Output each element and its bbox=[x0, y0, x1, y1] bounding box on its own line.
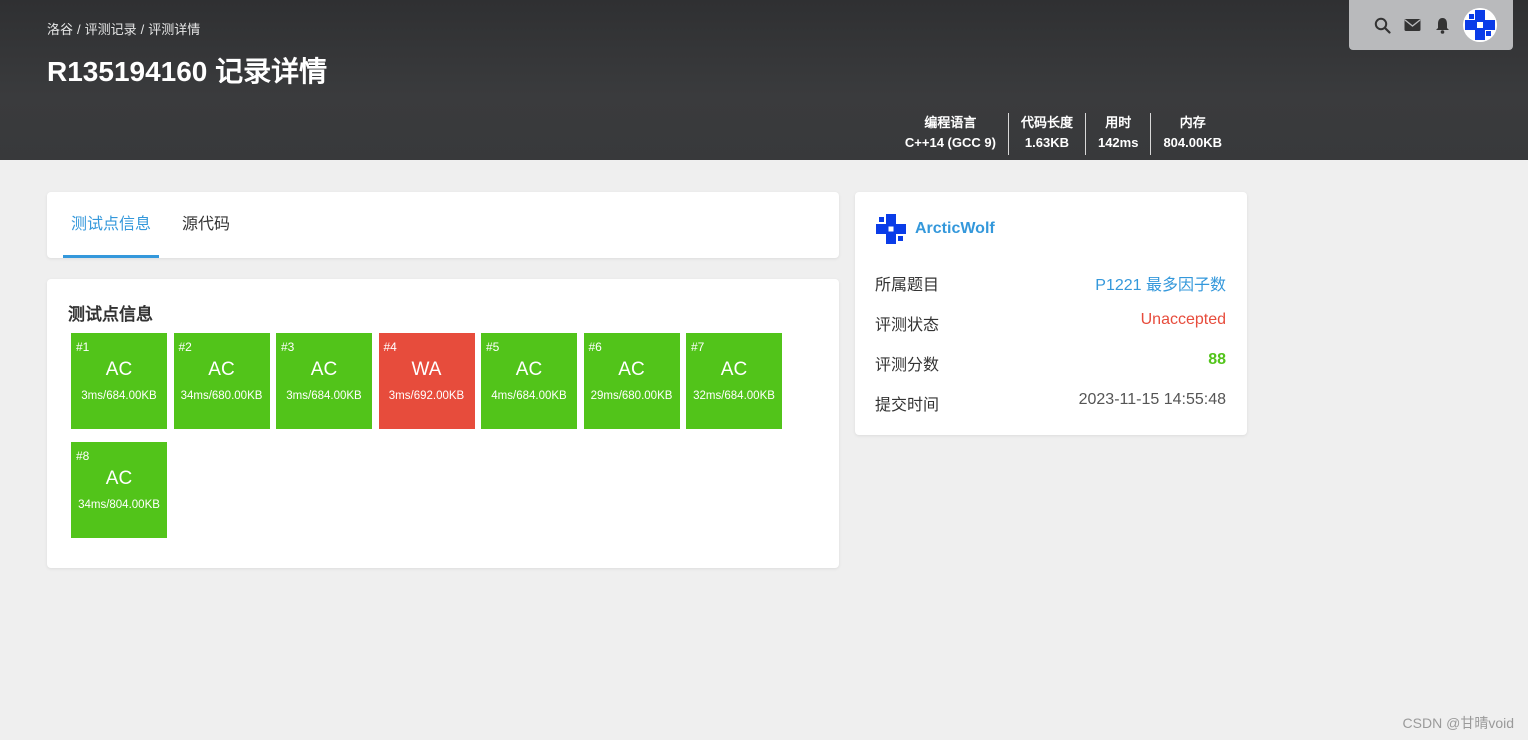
testcase-tile[interactable]: #8 AC 34ms/804.00KB bbox=[71, 442, 167, 538]
testcase-detail: 3ms/684.00KB bbox=[81, 390, 157, 402]
breadcrumb-home[interactable]: 洛谷 bbox=[47, 22, 73, 37]
tab-testcases[interactable]: 测试点信息 bbox=[63, 192, 160, 258]
testcase-detail: 34ms/804.00KB bbox=[78, 499, 160, 511]
mail-icon[interactable] bbox=[1403, 16, 1421, 34]
testcase-number: #6 bbox=[588, 340, 602, 354]
testcase-status: AC bbox=[208, 359, 235, 380]
stat-time: 用时 142ms bbox=[1084, 113, 1150, 155]
info-row-problem: 所属题目 P1221 最多因子数 bbox=[875, 271, 1226, 295]
testcase-status: AC bbox=[515, 359, 543, 380]
testcase-status: AC bbox=[105, 359, 133, 380]
testcase-number: #3 bbox=[281, 340, 295, 354]
testcase-tile[interactable]: #6 AC 29ms/680.00KB bbox=[583, 333, 680, 429]
status-value: Unaccepted bbox=[1140, 311, 1226, 328]
score-value: 88 bbox=[1208, 351, 1226, 368]
info-row-score: 评测分数 88 bbox=[875, 351, 1226, 374]
watermark: CSDN @甘晴void bbox=[1402, 715, 1514, 731]
page-header: 洛谷 / 评测记录 / 评测详情 R135194160 记录详情 编程语言 C++14 … bbox=[0, 0, 1528, 160]
testcase-tile[interactable]: #2 AC 34ms/680.00KB bbox=[173, 333, 270, 429]
testcases-card: 测试点信息 #1 AC 3ms/684.00KB #2 AC 34ms/680.00KB #… bbox=[47, 279, 839, 568]
username-link[interactable]: ArcticWolf bbox=[915, 220, 995, 238]
submit-time-value: 2023-11-15 14:55:48 bbox=[1078, 391, 1226, 408]
page-title: R135194160 记录详情 bbox=[47, 56, 328, 87]
testcase-detail: 3ms/684.00KB bbox=[286, 390, 362, 402]
testcase-status: AC bbox=[310, 359, 338, 380]
testcase-status: AC bbox=[105, 468, 133, 489]
testcase-number: #5 bbox=[486, 340, 500, 354]
testcase-tile[interactable]: #5 AC 4ms/684.00KB bbox=[481, 333, 577, 429]
record-info-card: ArcticWolf 所属题目 P1221 最多因子数 评测状态 Unaccep… bbox=[855, 192, 1247, 435]
user-nav bbox=[1349, 0, 1513, 50]
testcase-tile[interactable]: #3 AC 3ms/684.00KB bbox=[276, 333, 372, 429]
testcase-status: WA bbox=[411, 359, 442, 380]
testcases-grid: #1 AC 3ms/684.00KB #2 AC 34ms/680.00KB #3 AC 3ms… bbox=[71, 333, 831, 538]
testcase-detail: 3ms/692.00KB bbox=[388, 390, 465, 402]
testcase-detail: 29ms/680.00KB bbox=[590, 390, 673, 402]
tab-source-code[interactable]: 源代码 bbox=[174, 192, 238, 258]
breadcrumb: 洛谷 / 评测记录 / 评测详情 bbox=[47, 22, 201, 37]
info-row-status: 评测状态 Unaccepted bbox=[875, 311, 1226, 334]
user-avatar-icon[interactable] bbox=[875, 213, 907, 245]
breadcrumb-records[interactable]: 评测记录 bbox=[85, 22, 137, 37]
info-row-submit-time: 提交时间 2023-11-15 14:55:48 bbox=[875, 391, 1226, 414]
testcase-tile[interactable]: #1 AC 3ms/684.00KB bbox=[71, 333, 167, 429]
testcases-title: 测试点信息 bbox=[68, 305, 153, 324]
user-avatar-icon[interactable] bbox=[1463, 8, 1497, 42]
tabs-card: 测试点信息 源代码 bbox=[47, 192, 839, 258]
testcase-tile[interactable]: #7 AC 32ms/684.00KB bbox=[686, 333, 782, 429]
testcase-status: AC bbox=[618, 359, 645, 380]
testcase-number: #7 bbox=[691, 340, 705, 354]
testcase-number: #2 bbox=[178, 340, 192, 354]
testcase-number: #1 bbox=[76, 340, 90, 354]
breadcrumb-current: 评测详情 bbox=[148, 22, 201, 37]
stat-language: 编程语言 C++14 (GCC 9) bbox=[904, 115, 996, 150]
user-row: ArcticWolf bbox=[875, 213, 995, 245]
testcase-number: #8 bbox=[76, 449, 90, 463]
testcase-status: AC bbox=[720, 359, 748, 380]
testcase-detail: 4ms/684.00KB bbox=[491, 390, 567, 402]
problem-link[interactable]: P1221 最多因子数 bbox=[1095, 271, 1226, 295]
stat-memory: 内存 804.00KB bbox=[1150, 113, 1234, 155]
testcase-number: #4 bbox=[383, 340, 397, 354]
testcase-detail: 34ms/680.00KB bbox=[180, 390, 263, 402]
testcase-tile[interactable]: #4 WA 3ms/692.00KB bbox=[378, 333, 475, 429]
bell-icon[interactable] bbox=[1433, 16, 1451, 34]
stat-code-length: 代码长度 1.63KB bbox=[1007, 113, 1085, 155]
search-icon[interactable] bbox=[1373, 16, 1391, 34]
testcase-detail: 32ms/684.00KB bbox=[693, 390, 775, 402]
record-stats: 编程语言 C++14 (GCC 9) 代码长度 1.63KB 用时 142ms … bbox=[893, 113, 1234, 155]
